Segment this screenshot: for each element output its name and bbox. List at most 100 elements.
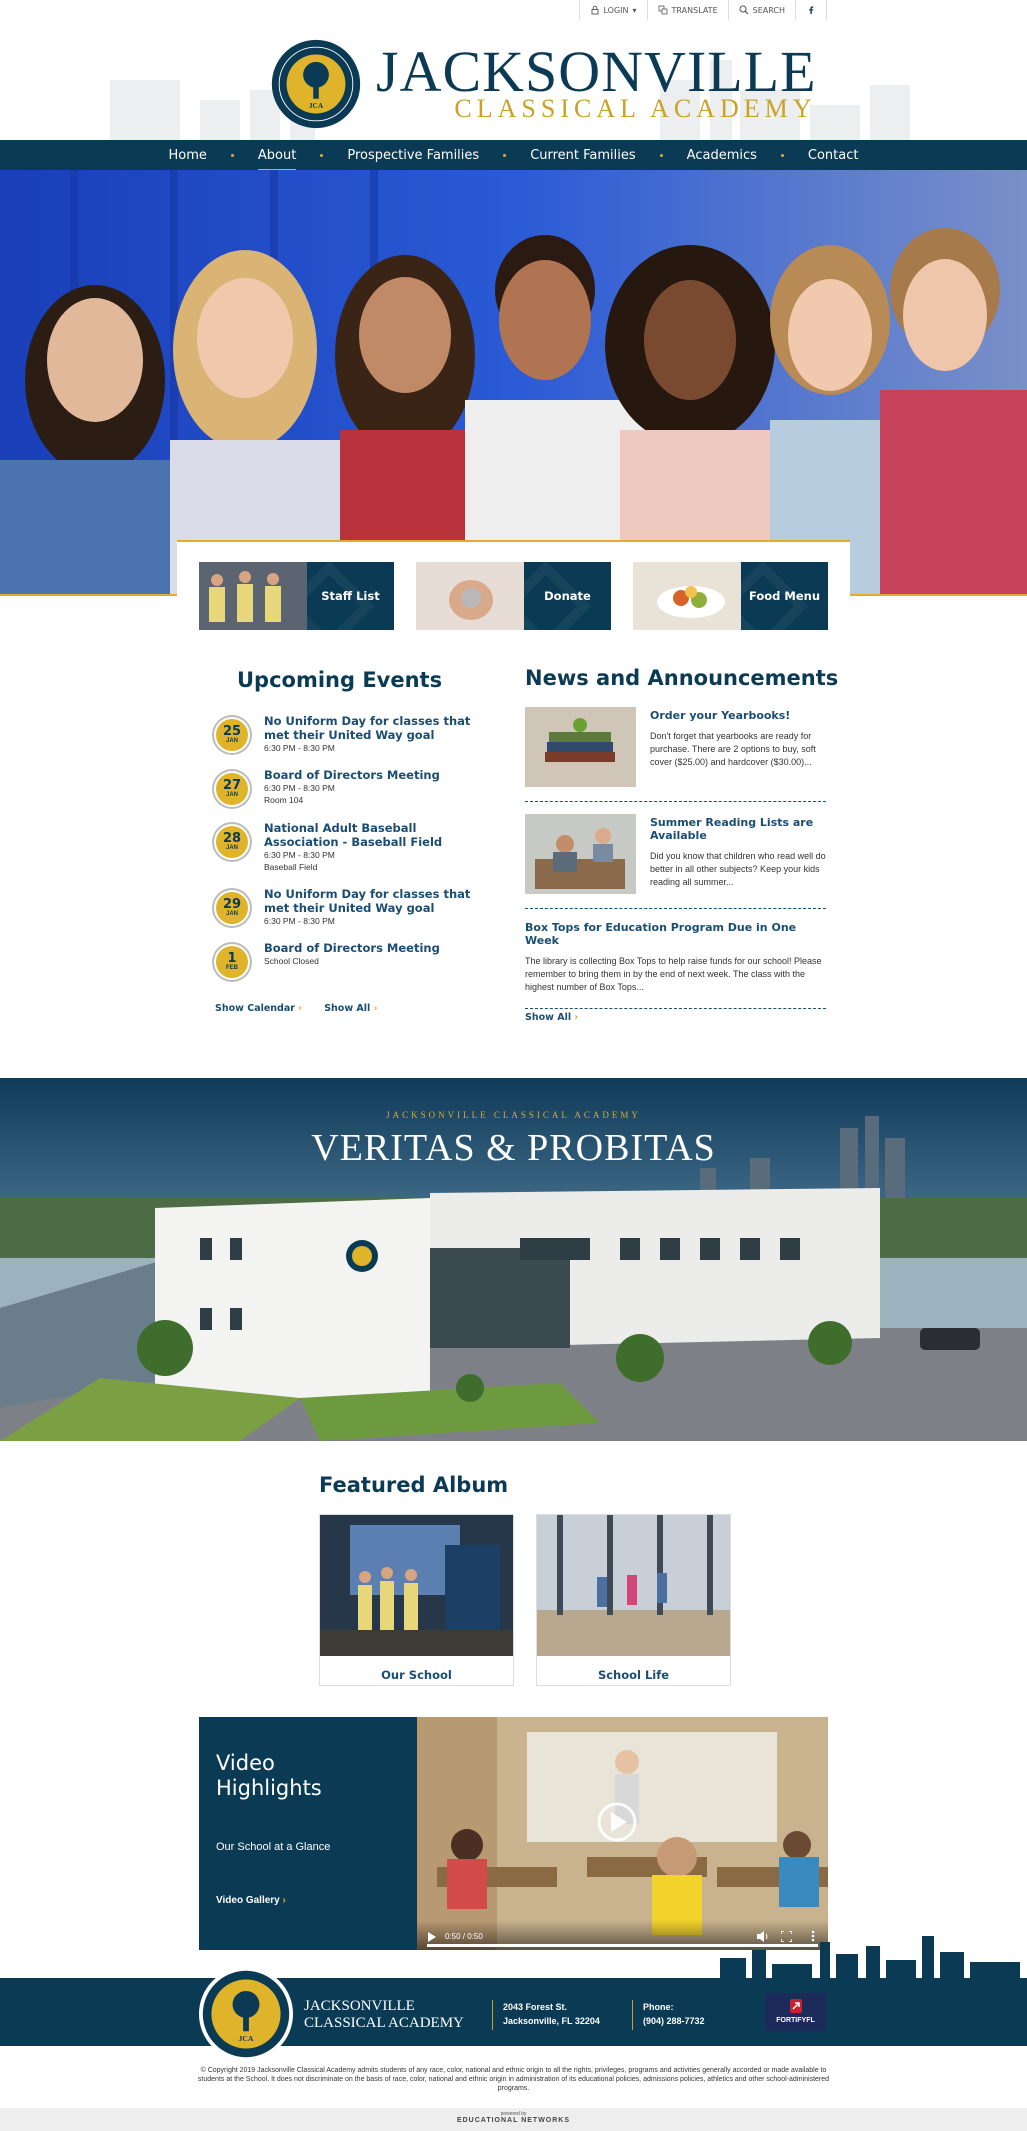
login-link[interactable]: LOGIN ▾ <box>580 0 648 20</box>
album-title: Featured Album <box>319 1473 509 1497</box>
news-item[interactable]: Order your Yearbooks! Don't forget that … <box>525 707 826 802</box>
event-day: 29 <box>222 897 242 912</box>
search-icon <box>739 5 749 15</box>
event-time: 6:30 PM - 8:30 PM <box>264 743 335 753</box>
news-item[interactable]: Box Tops for Education Program Due in On… <box>525 921 826 1009</box>
show-calendar-link[interactable]: Show Calendar <box>215 1003 302 1014</box>
footer-phone-label: Phone: <box>643 2002 674 2012</box>
classroom-photo <box>417 1717 828 1950</box>
event-item[interactable]: 1 FEB Board of Directors Meeting School Clo… <box>214 941 489 980</box>
event-item[interactable]: 27 JAN Board of Directors Meeting 6:30 PM -… <box>214 768 489 807</box>
quick-link-staff-list[interactable]: Staff List <box>199 562 394 630</box>
quick-link-food-menu[interactable]: Food Menu <box>633 562 828 630</box>
our-school-photo <box>320 1515 513 1656</box>
nav-link-current-families[interactable]: Current Families <box>506 148 659 163</box>
nav-item: Current Families <box>506 148 659 163</box>
main-nav: Home About Prospective Families Current Fam… <box>0 140 1027 171</box>
event-title[interactable]: Board of Directors Meeting <box>264 768 440 782</box>
nav-link-home[interactable]: Home <box>145 148 231 163</box>
nav-link-contact[interactable]: Contact <box>784 148 883 163</box>
album-card-our-school[interactable]: Our School <box>319 1514 514 1686</box>
news-list: Order your Yearbooks! Don't forget that … <box>525 707 826 1021</box>
news-title: News and Announcements <box>525 666 839 690</box>
search-link[interactable]: SEARCH <box>729 0 796 20</box>
footer-address-line1: 2043 Forest St. <box>503 2002 568 2012</box>
news-item-desc: Did you know that children who read well… <box>650 851 826 887</box>
event-item[interactable]: 29 JAN No Uniform Day for classes that met… <box>214 887 489 927</box>
footer-seal-icon[interactable]: JCA <box>198 1966 294 2062</box>
event-title[interactable]: No Uniform Day for classes that met thei… <box>264 887 489 915</box>
school-life-photo <box>537 1515 730 1656</box>
translate-icon <box>658 5 667 15</box>
event-title[interactable]: National Adult Baseball Association - Ba… <box>264 821 489 849</box>
translate-link[interactable]: TRANSLATE <box>648 0 729 20</box>
lock-icon <box>591 5 598 15</box>
nav-item: Academics <box>663 148 781 163</box>
donate-photo <box>416 562 524 630</box>
quick-link-donate[interactable]: Donate <box>416 562 611 630</box>
video-gallery-link[interactable]: Video Gallery <box>216 1895 400 1906</box>
fortifyfl-badge[interactable]: FORTIFYFL <box>765 1993 826 2031</box>
album-card-school-life[interactable]: School Life <box>536 1514 731 1686</box>
hero-image <box>0 170 1027 595</box>
event-date-badge: 27 JAN <box>214 771 250 807</box>
news-item[interactable]: Summer Reading Lists are Available Did y… <box>525 814 826 909</box>
nav-link-about[interactable]: About <box>234 148 320 171</box>
video-title: Video Highlights <box>216 1751 400 1801</box>
event-time: School Closed <box>264 956 319 966</box>
banner-kicker: JACKSONVILLE CLASSICAL ACADEMY <box>386 1110 641 1120</box>
quick-link-label: Donate <box>524 562 611 630</box>
play-icon[interactable] <box>427 1932 437 1942</box>
fortifyfl-icon <box>789 1999 802 2013</box>
video-title-line2: Highlights <box>216 1776 322 1800</box>
event-location: Baseball Field <box>264 862 318 872</box>
staff-photo <box>199 562 307 630</box>
footer-phone-number[interactable]: (904) 288-7732 <box>643 2014 705 2028</box>
powered-by[interactable]: powered by EDUCATIONAL NETWORKS <box>0 2108 1027 2131</box>
event-day: 25 <box>222 724 242 739</box>
banner-motto: VERITAS & PROBITAS <box>311 1127 716 1169</box>
svg-text:JCA: JCA <box>309 101 324 110</box>
nav-link-prospective-families[interactable]: Prospective Families <box>323 148 503 163</box>
event-item[interactable]: 25 JAN No Uniform Day for classes that met… <box>214 714 489 754</box>
brand-title: JACKSONVILLE <box>376 39 817 104</box>
event-title[interactable]: No Uniform Day for classes that met thei… <box>264 714 489 742</box>
site-logo[interactable]: JCA JACKSONVILLE CLASSICAL ACADEMY <box>270 38 817 130</box>
event-item[interactable]: 28 JAN National Adult Baseball Association… <box>214 821 489 873</box>
svg-text:JCA: JCA <box>239 2034 254 2043</box>
event-month: JAN <box>225 845 238 851</box>
footer-name-line2: CLASSICAL ACADEMY <box>304 2015 464 2031</box>
event-day: 28 <box>222 831 242 846</box>
footer-name-line1: JACKSONVILLE <box>304 1998 415 2014</box>
news-item-title[interactable]: Box Tops for Education Program Due in On… <box>525 921 826 947</box>
facebook-link[interactable] <box>796 0 827 20</box>
utility-bar: LOGIN ▾ TRANSLATE SEARCH <box>0 0 1027 20</box>
nav-item: Home <box>145 148 231 163</box>
video-subtitle: Our School at a Glance <box>216 1841 331 1853</box>
events-title: Upcoming Events <box>237 668 443 692</box>
nav-list: Home About Prospective Families Current Fam… <box>145 148 883 171</box>
events-show-all-link[interactable]: Show All <box>324 1003 377 1014</box>
video-highlights: Video Highlights Our School at a Glance … <box>199 1717 828 1950</box>
news-item-title[interactable]: Summer Reading Lists are Available <box>650 816 826 842</box>
news-item-title[interactable]: Order your Yearbooks! <box>650 709 826 722</box>
nav-link-academics[interactable]: Academics <box>663 148 781 163</box>
news-item-desc: The library is collecting Box Tops to he… <box>525 956 822 992</box>
fortifyfl-label: FORTIFYFL <box>776 2017 815 2024</box>
event-month: FEB <box>226 965 238 971</box>
event-location: Room 104 <box>264 795 304 805</box>
video-player[interactable]: 0:50 / 0:50 <box>417 1717 828 1950</box>
nav-item: Contact <box>784 148 883 163</box>
quick-link-label: Food Menu <box>741 562 828 630</box>
caret-down-icon: ▾ <box>632 5 637 15</box>
quick-link-label: Staff List <box>307 562 394 630</box>
news-show-all-link[interactable]: Show All <box>525 1012 578 1023</box>
event-date-badge: 25 JAN <box>214 717 250 753</box>
search-label: SEARCH <box>752 5 785 15</box>
event-time: 6:30 PM - 8:30 PM <box>264 783 335 793</box>
event-day: 1 <box>227 951 237 966</box>
event-title[interactable]: Board of Directors Meeting <box>264 941 440 955</box>
event-month: JAN <box>225 911 238 917</box>
events-links: Show Calendar Show All <box>215 1003 378 1014</box>
provider-name: EDUCATIONAL NETWORKS <box>456 2117 571 2124</box>
